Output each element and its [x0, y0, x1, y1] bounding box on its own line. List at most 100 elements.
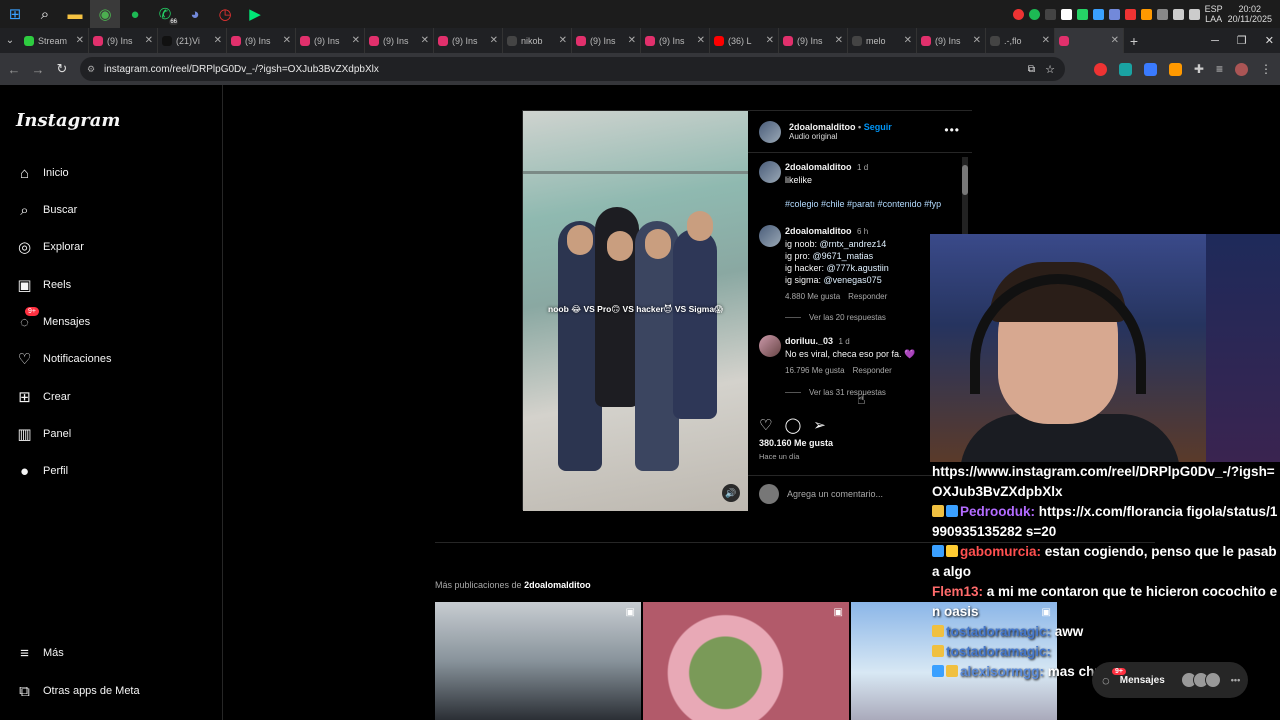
sidebar-item-crear[interactable]: ⊞ Crear	[16, 385, 70, 409]
profile-avatar[interactable]	[1235, 62, 1248, 76]
whatsapp-icon[interactable]: ✆ 66	[150, 0, 180, 28]
tray-icon[interactable]	[1108, 8, 1120, 20]
search-icon[interactable]: ⌕	[30, 0, 60, 28]
scrollbar-thumb[interactable]	[962, 165, 968, 195]
view-replies-button[interactable]: Ver las 20 respuestas	[785, 313, 886, 322]
mention-link[interactable]: @venegas075	[824, 275, 882, 285]
sidebar-item-inicio[interactable]: ⌂ Inicio	[16, 161, 69, 185]
browser-tab[interactable]: nikob ✕	[503, 28, 572, 53]
reply-button[interactable]: Responder	[848, 292, 887, 301]
tab-close-icon[interactable]: ✕	[76, 35, 84, 46]
browser-tab[interactable]: Stream ✕	[20, 28, 89, 53]
caption-username[interactable]: 2doalomalditoo	[785, 162, 852, 172]
browser-tab[interactable]: (36) L ✕	[710, 28, 779, 53]
related-post-thumbnail[interactable]: ▣	[435, 602, 641, 720]
messages-float-button[interactable]: ◌ 9+ Mensajes •••	[1092, 662, 1248, 698]
browser-tab[interactable]: (9) Ins ✕	[779, 28, 848, 53]
tray-icon[interactable]	[1076, 8, 1088, 20]
tab-close-icon[interactable]: ✕	[145, 35, 153, 46]
wifi-icon[interactable]	[1172, 8, 1184, 20]
comment-bubble-icon[interactable]: ◯	[784, 416, 801, 434]
tab-close-icon[interactable]: ✕	[490, 35, 498, 46]
folder-icon[interactable]: ▬	[60, 0, 90, 28]
clock-app-icon[interactable]: ◷	[210, 0, 240, 28]
add-comment-input[interactable]: Agrega un comentario...	[787, 489, 883, 499]
tray-icon[interactable]	[1092, 8, 1104, 20]
comment-likes[interactable]: 4.880 Me gusta	[785, 292, 840, 301]
sidebar-item-buscar[interactable]: ⌕ Buscar	[16, 198, 77, 222]
browser-tab[interactable]: melo ✕	[848, 28, 917, 53]
sidebar-item-more[interactable]: ≡ Más	[16, 641, 64, 665]
browser-tab[interactable]: (9) Ins ✕	[365, 28, 434, 53]
spotify-icon[interactable]: ●	[120, 0, 150, 28]
extension-icon[interactable]	[1093, 62, 1107, 76]
close-icon[interactable]: ✕	[1265, 34, 1274, 47]
tab-close-icon[interactable]: ✕	[559, 35, 567, 46]
volume-icon[interactable]	[1188, 8, 1200, 20]
caption-hashtags[interactable]: #colegio #chile #paratı #contenido #fyp	[785, 198, 959, 210]
comment-username[interactable]: 2doalomalditoo	[785, 226, 852, 236]
sidebar-item-mensajes[interactable]: ◌ Mensajes 9+	[16, 307, 90, 334]
minimize-icon[interactable]: ─	[1211, 35, 1219, 47]
tab-close-icon[interactable]: ✕	[352, 35, 360, 46]
tray-icon[interactable]	[1140, 8, 1152, 20]
author-username[interactable]: 2doalomalditoo	[789, 122, 856, 132]
forward-icon[interactable]: →	[26, 62, 50, 77]
extension-icon[interactable]	[1168, 62, 1182, 76]
tray-icon[interactable]	[1044, 8, 1056, 20]
new-tab-button[interactable]: +	[1124, 33, 1144, 49]
extension-icon[interactable]	[1118, 62, 1132, 76]
sidebar-item-explorar[interactable]: ◎ Explorar	[16, 235, 84, 259]
tab-close-icon[interactable]: ✕	[283, 35, 291, 46]
tray-icon[interactable]	[1012, 8, 1024, 20]
related-post-thumbnail[interactable]: ▣	[643, 602, 849, 720]
mention-link[interactable]: @9671_matias	[813, 251, 874, 261]
bookmark-star-icon[interactable]: ☆	[1045, 63, 1055, 76]
browser-tab[interactable]: (9) Ins ✕	[227, 28, 296, 53]
browser-tab[interactable]: ✕	[1055, 28, 1124, 53]
sidebar-item-perfil[interactable]: ● Perfil	[16, 459, 68, 483]
more-options-icon[interactable]: •••	[944, 123, 960, 137]
tray-icon[interactable]	[1156, 8, 1168, 20]
follow-button[interactable]: Seguir	[864, 122, 892, 132]
comment-avatar[interactable]	[759, 335, 781, 357]
browser-tab[interactable]: (9) Ins ✕	[434, 28, 503, 53]
green-app-icon[interactable]: ▶	[240, 0, 270, 28]
tab-close-icon[interactable]: ✕	[697, 35, 705, 46]
instagram-logo[interactable]: Instagram	[16, 110, 120, 131]
author-avatar[interactable]	[759, 120, 781, 143]
like-count[interactable]: 380.160 Me gusta	[759, 438, 833, 448]
browser-tab[interactable]: .-,flo ✕	[986, 28, 1055, 53]
tab-close-icon[interactable]: ✕	[835, 35, 843, 46]
install-icon[interactable]: ⧉	[1028, 64, 1035, 75]
mention-link[interactable]: @777k.agustiin	[827, 263, 889, 273]
like-heart-icon[interactable]: ♡	[759, 416, 772, 434]
browser-tab[interactable]: (21)Vi ✕	[158, 28, 227, 53]
browser-tab[interactable]: (9) Ins ✕	[917, 28, 986, 53]
tab-close-icon[interactable]: ✕	[973, 35, 981, 46]
kebab-menu-icon[interactable]: ⋮	[1260, 62, 1272, 76]
mute-icon[interactable]: 🔊	[722, 484, 740, 502]
tray-icon[interactable]	[1060, 8, 1072, 20]
tab-close-icon[interactable]: ✕	[421, 35, 429, 46]
more-posts-username[interactable]: 2doalomalditoo	[524, 580, 591, 590]
tab-close-icon[interactable]: ✕	[1111, 35, 1119, 46]
browser-tab[interactable]: (9) Ins ✕	[296, 28, 365, 53]
tab-search-icon[interactable]: ⌄	[0, 35, 20, 46]
discord-icon[interactable]: ◕	[180, 0, 210, 28]
reload-icon[interactable]: ↻	[50, 61, 74, 77]
language-indicator[interactable]: ESP LAA	[1205, 4, 1223, 24]
browser-tab[interactable]: (9) Ins ✕	[89, 28, 158, 53]
reel-video[interactable]: noob 😂 VS Pro🙃 VS hacker😈 VS Sigma😱 🔊	[523, 111, 748, 511]
puzzle-icon[interactable]: ✚	[1194, 62, 1204, 76]
view-replies-button[interactable]: Ver las 31 respuestas	[785, 388, 886, 397]
tab-close-icon[interactable]: ✕	[628, 35, 636, 46]
comment-avatar[interactable]	[759, 225, 781, 247]
tab-menu-icon[interactable]: ≡	[1216, 62, 1223, 76]
maximize-icon[interactable]: ❐	[1237, 34, 1247, 47]
site-info-icon[interactable]: ⚙	[87, 64, 95, 75]
clock[interactable]: 20:02 20/11/2025	[1228, 4, 1272, 24]
sidebar-item-notificaciones[interactable]: ♡ Notificaciones	[16, 347, 112, 371]
mention-link[interactable]: @rntx_andrez14	[820, 239, 887, 249]
browser-tab[interactable]: (9) Ins ✕	[572, 28, 641, 53]
